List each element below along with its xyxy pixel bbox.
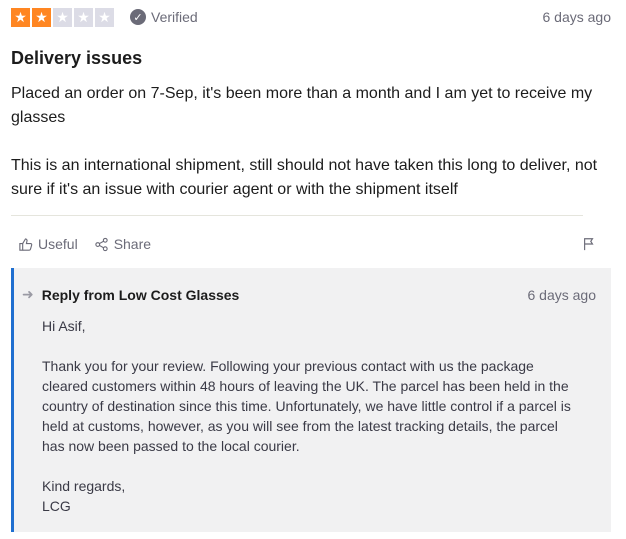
review-paragraph: This is an international shipment, still… [11,157,598,198]
review-header: ★ ★ ★ ★ ★ ✓ Verified 6 days ago [11,7,611,27]
review-body: Placed an order on 7-Sep, it's been more… [11,82,621,202]
company-reply: ➜ Reply from Low Cost Glasses 6 days ago… [11,268,611,532]
star-rating: ★ ★ ★ ★ ★ [11,7,114,27]
share-button[interactable]: Share [94,236,151,252]
reply-text: Thank you for your review. Following you… [42,358,571,454]
star-icon: ★ [32,7,51,27]
share-label: Share [113,236,152,252]
reply-header: ➜ Reply from Low Cost Glasses 6 days ago [22,286,596,303]
flag-icon [584,238,594,251]
check-circle-icon: ✓ [130,9,146,25]
verified-badge: ✓ Verified [130,9,198,25]
thumbs-up-icon [19,237,33,251]
share-icon [95,237,108,251]
star-icon: ★ [74,7,93,27]
useful-button[interactable]: Useful [18,236,78,252]
reply-body: Hi Asif, Thank you for your review. Foll… [42,316,582,516]
divider [11,215,583,216]
star-icon: ★ [53,7,72,27]
review-title: Delivery issues [11,48,143,68]
reply-signoff-line: LCG [42,498,71,514]
review-paragraph: Placed an order on 7-Sep, it's been more… [11,85,593,126]
reply-greeting: Hi Asif, [42,318,86,334]
reply-arrow-icon: ➜ [22,286,34,302]
reply-signoff-line: Kind regards, [42,478,126,494]
star-icon: ★ [95,7,114,27]
reply-date: 6 days ago [527,286,597,303]
useful-label: Useful [38,236,78,252]
reply-from: Reply from Low Cost Glasses [41,286,240,303]
reply-signoff: Kind regards, LCG [42,476,582,516]
star-icon: ★ [11,7,30,27]
report-button[interactable] [582,237,596,251]
review-date: 6 days ago [542,9,612,25]
review-actions: Useful Share [18,234,596,254]
verified-label: Verified [151,9,198,25]
